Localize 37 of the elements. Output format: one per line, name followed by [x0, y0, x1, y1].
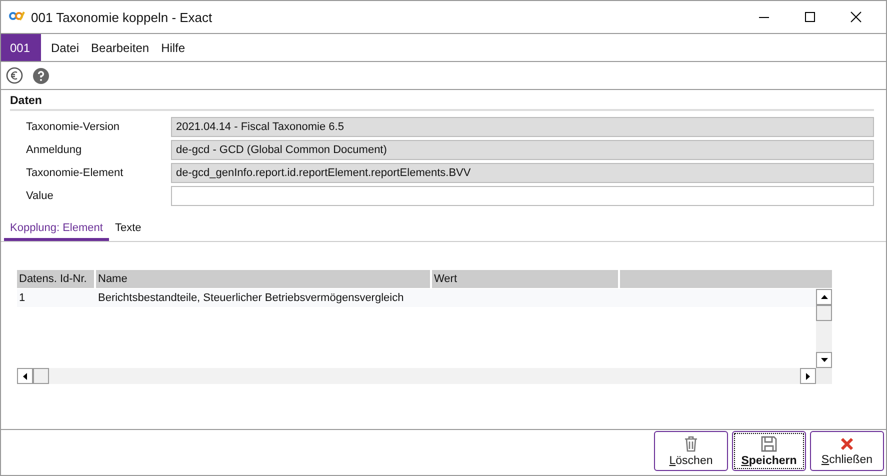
window-title: 001 Taxonomie koppeln - Exact — [31, 10, 214, 24]
scrollbar-corner — [816, 368, 832, 384]
company-badge: 001 — [1, 34, 41, 61]
scroll-thumb[interactable] — [33, 368, 49, 384]
close-icon[interactable] — [850, 11, 862, 23]
maximize-icon[interactable] — [804, 11, 816, 23]
table-cell-text: 1 — [18, 291, 26, 306]
horizontal-scrollbar[interactable] — [17, 368, 832, 384]
cross-icon — [840, 436, 854, 450]
vertical-scrollbar[interactable] — [816, 289, 832, 368]
menu-item[interactable]: Bearbeiten — [91, 34, 150, 61]
menu-item[interactable]: Hilfe — [161, 34, 186, 61]
tab[interactable]: Kopplung: Element — [4, 220, 109, 241]
column-header[interactable]: Datens. Id-Nr. — [17, 270, 94, 288]
tab[interactable]: Texte — [108, 220, 148, 241]
column-header[interactable]: Wert — [432, 270, 618, 288]
scroll-right-icon[interactable] — [806, 372, 810, 380]
field-label: Anmeldung — [26, 143, 83, 158]
table-cell-text: Berichtsbestandteile, Steuerlicher Betriebsvermögensvergleich — [97, 291, 405, 306]
scroll-left-icon[interactable] — [23, 372, 27, 380]
scroll-thumb[interactable] — [816, 305, 832, 321]
field-label: Value — [26, 189, 54, 204]
column-header[interactable]: Name — [96, 270, 430, 288]
help-icon[interactable] — [33, 68, 49, 84]
field-label: Taxonomie-Element — [26, 166, 124, 181]
menu-item[interactable]: Datei — [51, 34, 80, 61]
app-logo-icon — [9, 11, 25, 23]
save-button[interactable]: Speichern — [732, 431, 806, 471]
trash-icon — [684, 436, 698, 452]
delete-button[interactable]: Löschen — [654, 431, 728, 471]
close-button[interactable]: Schließen — [810, 431, 884, 471]
scroll-up-icon[interactable] — [820, 295, 828, 299]
section-title: Daten — [10, 95, 874, 111]
input-field[interactable] — [171, 186, 874, 206]
euro-icon[interactable] — [6, 67, 23, 84]
field-label: Taxonomie-Version — [26, 120, 121, 135]
scroll-down-icon[interactable] — [820, 358, 828, 362]
